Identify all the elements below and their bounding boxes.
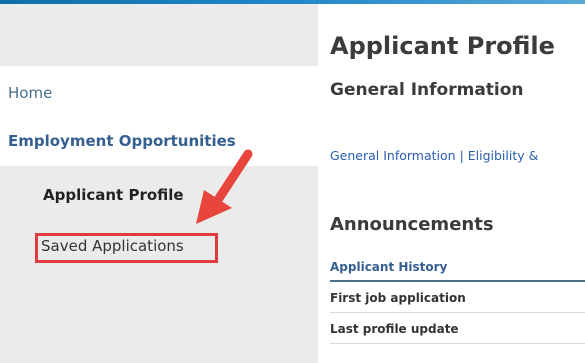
sidebar-item-applicant-profile[interactable]: Applicant Profile [43,186,184,204]
sidebar-item-home[interactable]: Home [8,84,52,102]
sidebar-top-panel [0,4,318,66]
page-title: Applicant Profile [330,32,555,60]
section-heading: General Information [330,80,524,100]
table-row: First job application [330,282,585,313]
red-arrow-icon [196,149,253,224]
announcements-heading: Announcements [330,214,494,235]
subnav-links[interactable]: General Information | Eligibility & [330,148,538,163]
table-row: Last profile update [330,313,585,344]
applicant-history-table: Applicant History First job application … [330,256,585,344]
main-content: Applicant Profile General Information Ge… [318,4,585,363]
sidebar-item-saved-applications[interactable]: Saved Applications [41,237,184,255]
table-header: Applicant History [330,256,585,282]
